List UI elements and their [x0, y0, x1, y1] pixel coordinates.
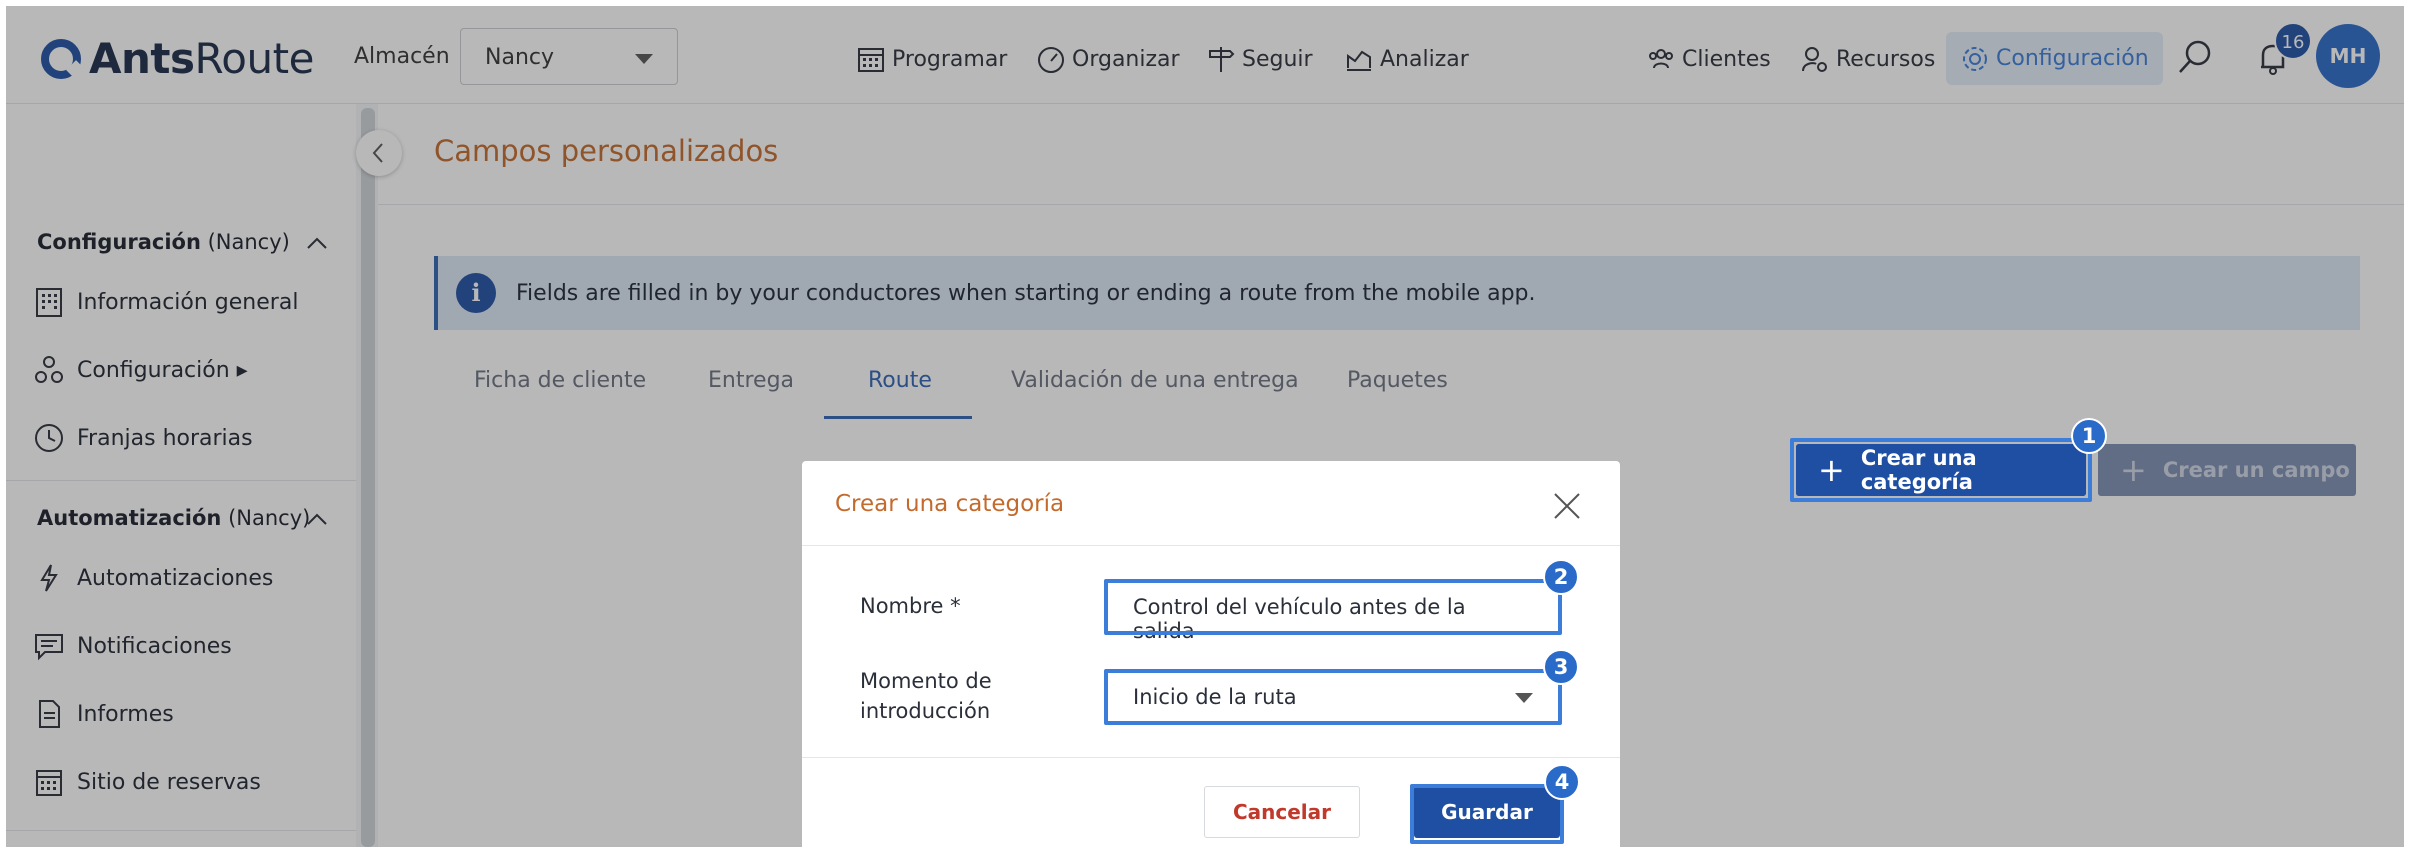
moment-label: Momento de introducción — [860, 666, 992, 726]
step-3-highlight — [1104, 669, 1562, 725]
dialog-footer-divider — [802, 757, 1620, 758]
step-3-marker: 3 — [1543, 649, 1579, 685]
app-frame: AntsRoute Almacén Nancy Programar Organi… — [6, 6, 2404, 847]
moment-label-line2: introducción — [860, 699, 991, 723]
step-4-highlight — [1410, 784, 1564, 844]
dialog-header-divider — [802, 545, 1620, 546]
step-1-highlight — [1790, 438, 2092, 502]
step-2-highlight — [1104, 579, 1562, 635]
step-4-marker: 4 — [1544, 764, 1580, 800]
moment-label-line1: Momento de — [860, 669, 992, 693]
close-icon[interactable] — [1552, 491, 1582, 521]
step-1-marker: 1 — [2071, 418, 2107, 454]
dialog-title: Crear una categoría — [835, 491, 1065, 517]
cancel-button[interactable]: Cancelar — [1204, 786, 1360, 838]
name-label: Nombre * — [860, 594, 961, 618]
step-2-marker: 2 — [1543, 559, 1579, 595]
